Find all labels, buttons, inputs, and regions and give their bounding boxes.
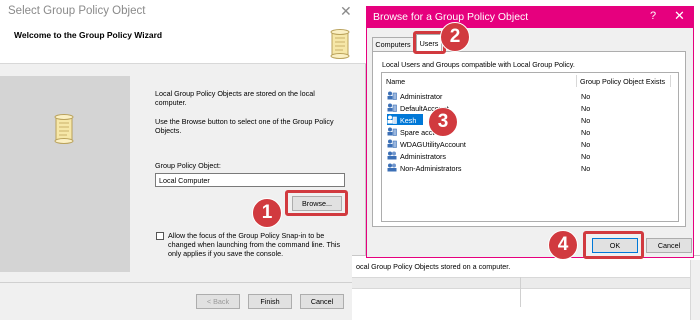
column-header-gpo-exists[interactable]: Group Policy Object Exists [580, 77, 665, 86]
browse-title: Browse for a Group Policy Object [373, 11, 529, 23]
row-gpo-exists: No [581, 164, 591, 173]
step-3-badge: 3 [428, 107, 458, 137]
wizard-cancel-button[interactable]: Cancel [300, 294, 344, 309]
step-2-badge: 2 [440, 22, 470, 52]
user-icon [387, 91, 397, 100]
browse-cancel-button[interactable]: Cancel [646, 238, 692, 253]
user-icon [387, 103, 397, 112]
wizard-heading: Welcome to the Group Policy Wizard [14, 30, 163, 40]
gpo-label: Group Policy Object: [155, 161, 221, 170]
row-name-selected[interactable]: Kesh [400, 116, 416, 125]
scroll-icon [52, 114, 76, 144]
console-description: ocal Group Policy Objects stored on a co… [356, 262, 511, 271]
allow-focus-label: Allow the focus of the Group Policy Snap… [168, 231, 341, 258]
console-column-divider [520, 277, 521, 307]
row-name[interactable]: Administrators [400, 152, 446, 161]
console-scrollbar[interactable] [690, 260, 700, 320]
wizard-side-panel [0, 76, 130, 272]
step-1-badge: 1 [252, 198, 282, 228]
group-icon [387, 151, 397, 160]
back-button[interactable]: < Back [196, 294, 240, 309]
user-icon [387, 127, 397, 136]
scroll-icon [328, 29, 352, 59]
user-icon [387, 139, 397, 148]
user-icon [387, 115, 397, 124]
column-divider[interactable] [670, 75, 671, 87]
help-icon[interactable]: ? [650, 10, 656, 22]
step-4-badge: 4 [548, 230, 578, 260]
row-name[interactable]: Administrator [400, 92, 442, 101]
row-gpo-exists: No [581, 128, 591, 137]
wizard-divider [0, 282, 366, 283]
tab-computers[interactable]: Computers [372, 37, 414, 51]
row-gpo-exists: No [581, 104, 591, 113]
browse-button-highlight [285, 190, 348, 216]
row-gpo-exists: No [581, 152, 591, 161]
row-gpo-exists: No [581, 116, 591, 125]
close-icon[interactable]: ✕ [674, 8, 685, 24]
wizard-title: Select Group Policy Object [8, 5, 146, 17]
close-icon[interactable]: ✕ [340, 3, 352, 20]
ok-button-highlight [583, 231, 644, 259]
wizard-description-local: Local Group Policy Objects are stored on… [155, 89, 315, 107]
row-gpo-exists: No [581, 140, 591, 149]
panel-description: Local Users and Groups compatible with L… [382, 60, 575, 69]
column-header-name[interactable]: Name [386, 77, 405, 86]
row-gpo-exists: No [581, 92, 591, 101]
column-divider[interactable] [576, 75, 577, 87]
console-list-header [352, 277, 700, 289]
group-icon [387, 163, 397, 172]
row-name[interactable]: WDAGUtilityAccount [400, 140, 466, 149]
gpo-field[interactable]: Local Computer [155, 173, 345, 187]
finish-button[interactable]: Finish [248, 294, 292, 309]
row-name[interactable]: Non-Administrators [400, 164, 462, 173]
allow-focus-checkbox[interactable] [156, 232, 164, 240]
wizard-description-browse: Use the Browse button to select one of t… [155, 117, 334, 135]
